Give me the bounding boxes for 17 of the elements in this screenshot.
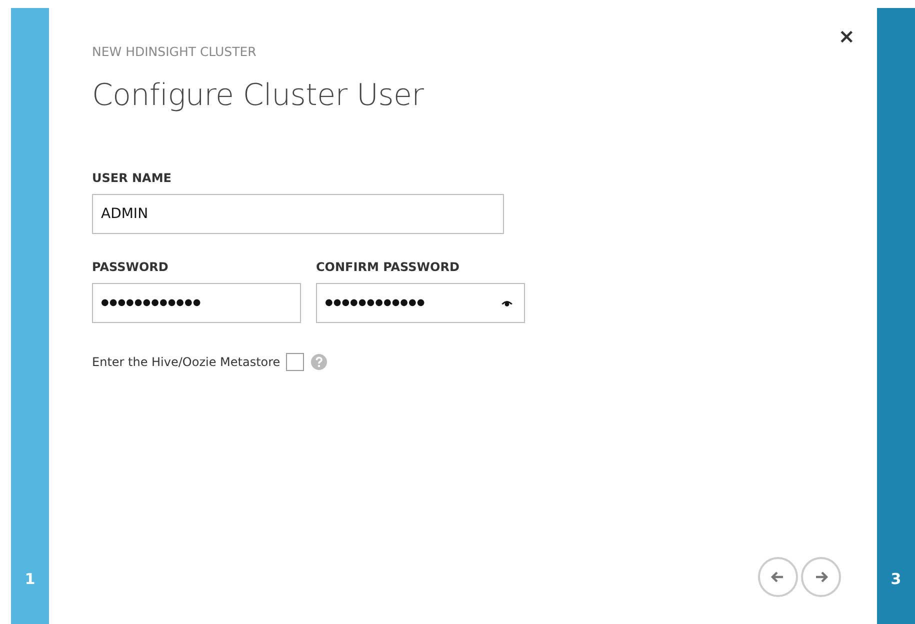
checkbox-label: Enter the Hive/Oozie Metastore bbox=[92, 355, 280, 369]
step-number: 1 bbox=[24, 570, 36, 588]
step-number: 3 bbox=[890, 570, 902, 588]
dialog-title: Configure Cluster User bbox=[92, 78, 425, 113]
next-button[interactable] bbox=[801, 557, 841, 597]
step-bar[interactable]: 3 bbox=[877, 8, 915, 624]
back-button[interactable] bbox=[758, 557, 798, 597]
field-label: CONFIRM PASSWORD bbox=[316, 260, 460, 276]
field-label: PASSWORD bbox=[92, 260, 170, 276]
field-label: USER NAME bbox=[92, 171, 172, 187]
password-field[interactable]: ●●●●●●●●●●●● bbox=[92, 283, 301, 323]
eye-icon[interactable] bbox=[501, 299, 513, 307]
input-field[interactable]: ADMIN bbox=[92, 194, 504, 234]
close-button[interactable]: × bbox=[834, 24, 859, 48]
password-field[interactable]: ●●●●●●●●●●●● bbox=[316, 283, 525, 323]
checkbox[interactable] bbox=[286, 353, 304, 371]
dialog-subtitle: NEW HDINSIGHT CLUSTER bbox=[92, 44, 258, 59]
